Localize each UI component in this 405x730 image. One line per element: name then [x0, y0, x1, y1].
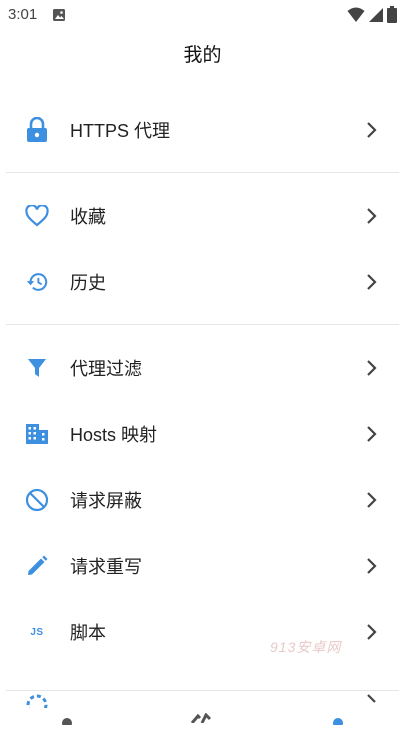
section-divider — [6, 690, 399, 691]
nav-item-active[interactable] — [332, 712, 344, 730]
status-time: 3:01 — [8, 6, 38, 23]
status-bar: 3:01 — [0, 0, 405, 30]
menu-item-label: 代理过滤 — [70, 359, 142, 379]
photo-notification-icon — [52, 8, 66, 27]
pencil-icon — [25, 554, 49, 578]
settings-icon — [26, 694, 48, 716]
menu-item-script[interactable]: JS 脚本 — [0, 601, 405, 663]
menu-item-label: 历史 — [70, 273, 106, 293]
filter-icon — [25, 356, 49, 380]
menu-item-label: 收藏 — [70, 207, 106, 227]
building-icon — [25, 422, 49, 446]
menu-item-label: 请求屏蔽 — [70, 491, 142, 511]
chevron-right-icon — [367, 122, 377, 138]
js-icon: JS — [25, 620, 49, 644]
chevron-right-icon — [367, 274, 377, 290]
menu-item-label: HTTPS 代理 — [70, 121, 171, 141]
chevron-right-icon — [367, 208, 377, 224]
menu-item-https-proxy[interactable]: HTTPS 代理 — [0, 99, 405, 161]
status-icons — [347, 6, 397, 23]
lock-icon — [25, 117, 49, 142]
battery-icon — [387, 6, 397, 23]
chevron-right-icon — [367, 360, 377, 376]
page-title: 我的 — [183, 45, 222, 66]
menu-item-label: 请求重写 — [70, 557, 142, 577]
menu-item-history[interactable]: 历史 — [0, 251, 405, 313]
history-icon — [25, 270, 49, 294]
chevron-right-icon — [367, 558, 377, 574]
watermark: 913安卓网 — [270, 639, 342, 655]
menu-item-proxy-filter[interactable]: 代理过滤 — [0, 337, 405, 399]
chevron-right-icon — [365, 692, 379, 711]
chevron-right-icon — [367, 624, 377, 640]
section-divider — [6, 172, 399, 173]
chevron-right-icon — [367, 492, 377, 508]
menu-item-label: Hosts 映射 — [70, 425, 158, 445]
nav-item-profile[interactable] — [60, 712, 74, 730]
menu-item-favorites[interactable]: 收藏 — [0, 185, 405, 247]
block-icon — [25, 488, 49, 512]
section-divider — [6, 324, 399, 325]
wifi-icon — [347, 7, 365, 22]
nav-item-tools[interactable] — [190, 710, 214, 728]
chevron-right-icon — [367, 426, 377, 442]
dot-icon — [333, 718, 343, 728]
menu-item-hosts-mapping[interactable]: Hosts 映射 — [0, 403, 405, 465]
js-badge: JS — [30, 626, 44, 638]
person-icon — [62, 718, 72, 728]
bottom-navigation — [0, 694, 405, 728]
menu-item-request-rewrite[interactable]: 请求重写 — [0, 535, 405, 597]
wrench-icon — [190, 712, 212, 724]
menu-item-label: 脚本 — [70, 623, 106, 643]
signal-icon — [369, 7, 383, 22]
heart-icon — [25, 204, 49, 228]
menu-item-request-block[interactable]: 请求屏蔽 — [0, 469, 405, 531]
